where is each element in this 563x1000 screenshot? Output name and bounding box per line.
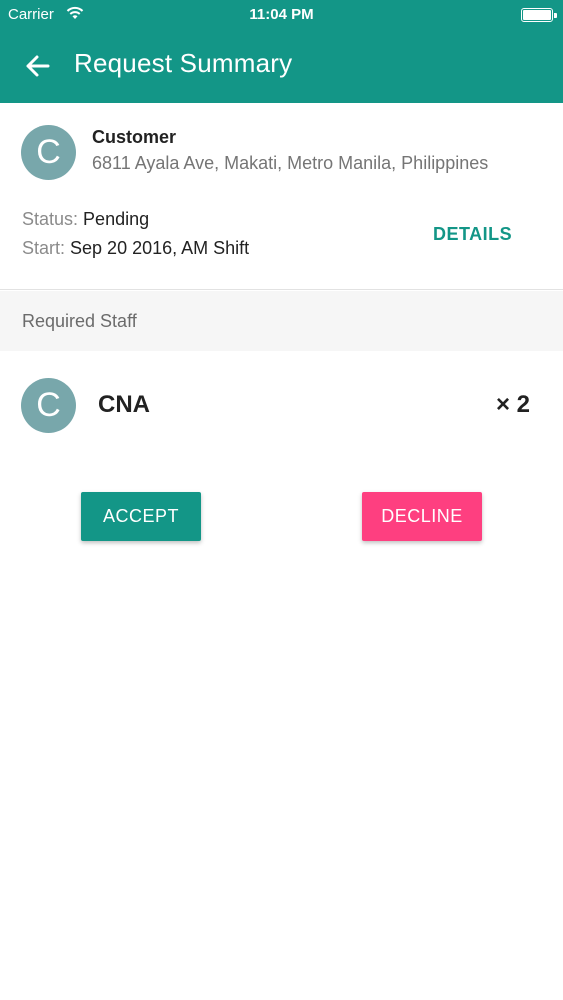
customer-card: C Customer 6811 Ayala Ave, Makati, Metro… [0, 103, 563, 290]
page-title: Request Summary [74, 48, 293, 78]
back-button[interactable] [20, 48, 56, 84]
app-bar: Carrier 11:04 PM Request Summary [0, 0, 563, 103]
status-row: Status: Pending [22, 209, 149, 230]
staff-avatar: C [21, 378, 76, 433]
customer-name: Customer [92, 127, 177, 147]
battery-icon [521, 8, 557, 22]
status-label: Status: [22, 209, 79, 229]
start-row: Start: Sep 20 2016, AM Shift [22, 238, 249, 259]
start-value: Sep 20 2016, AM Shift [70, 238, 250, 258]
customer-address: 6811 Ayala Ave, Makati, Metro Manila, Ph… [92, 153, 489, 173]
status-value: Pending [83, 209, 150, 229]
section-title: Required Staff [22, 311, 137, 331]
accept-button[interactable]: ACCEPT [81, 492, 201, 541]
required-staff-header: Required Staff [0, 291, 563, 351]
decline-button[interactable]: DECLINE [362, 492, 482, 541]
customer-avatar: C [21, 125, 76, 180]
staff-role: CNA [98, 391, 150, 418]
arrow-left-icon [26, 55, 50, 77]
start-label: Start: [22, 238, 66, 258]
status-bar: Carrier 11:04 PM [0, 0, 563, 30]
status-time: 11:04 PM [249, 6, 314, 23]
list-item: C CNA × 2 [0, 351, 563, 461]
details-button[interactable]: DETAILS [433, 224, 512, 245]
staff-count: × 2 [495, 391, 530, 418]
